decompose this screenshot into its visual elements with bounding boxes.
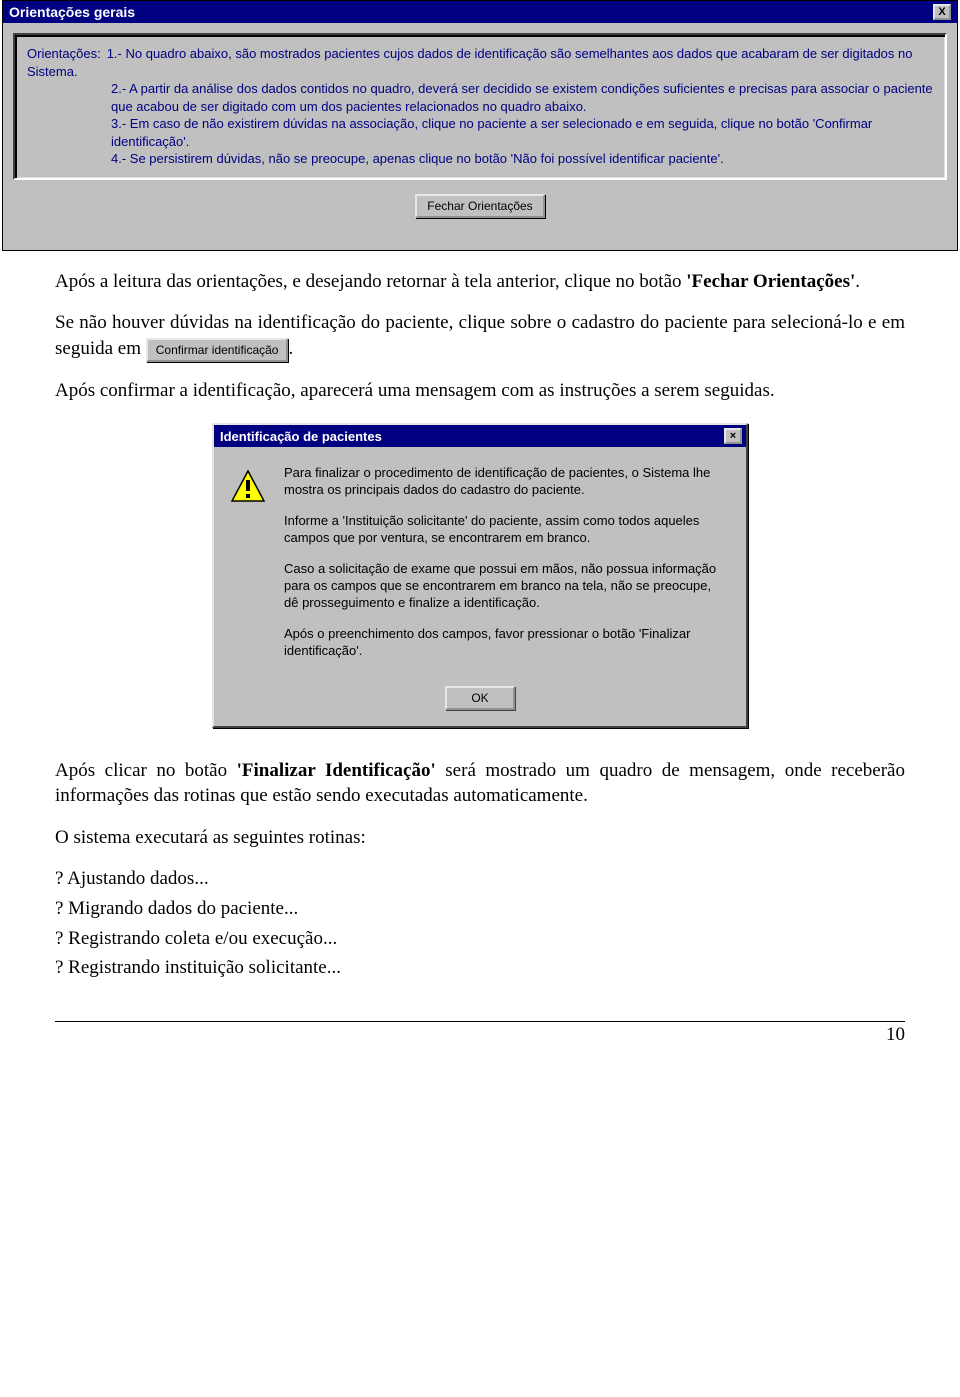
identificacao-title: Identificação de pacientes	[220, 429, 382, 444]
close-icon[interactable]: ×	[724, 428, 742, 444]
orientacoes-window: Orientações gerais X Orientações: 1.- No…	[2, 0, 958, 251]
orientacoes-item-3: 3.- Em caso de não existirem dúvidas na …	[111, 115, 933, 150]
identificacao-p1: Para finalizar o procedimento de identif…	[284, 465, 728, 499]
doc-para-4: Após clicar no botão 'Finalizar Identifi…	[55, 758, 905, 809]
warning-icon	[230, 469, 270, 673]
doc-para-1: Após a leitura das orientações, e deseja…	[55, 269, 905, 295]
identificacao-p2: Informe a 'Instituição solicitante' do p…	[284, 513, 728, 547]
orientacoes-item-4: 4.- Se persistirem dúvidas, não se preoc…	[111, 150, 933, 168]
orientacoes-label: Orientações:	[27, 45, 101, 63]
doc-routine-4: ? Registrando instituição solicitante...	[55, 955, 905, 981]
orientacoes-button-row: Fechar Orientações	[13, 180, 947, 240]
doc-routine-1: ? Ajustando dados...	[55, 866, 905, 892]
identificacao-p3: Caso a solicitação de exame que possui e…	[284, 561, 728, 612]
doc-routine-3: ? Registrando coleta e/ou execução...	[55, 926, 905, 952]
identificacao-titlebar: Identificação de pacientes ×	[214, 425, 746, 447]
doc-para-2: Se não houver dúvidas na identificação d…	[55, 310, 905, 361]
orientacoes-body: Orientações: 1.- No quadro abaixo, são m…	[3, 23, 957, 250]
doc-routine-2: ? Migrando dados do paciente...	[55, 896, 905, 922]
fechar-orientacoes-button[interactable]: Fechar Orientações	[415, 194, 544, 218]
doc-para-5: O sistema executará as seguintes rotinas…	[55, 825, 905, 851]
orientacoes-title: Orientações gerais	[9, 4, 135, 20]
close-icon[interactable]: X	[933, 4, 951, 20]
document-body-2: Após clicar no botão 'Finalizar Identifi…	[55, 758, 905, 981]
doc-para-3: Após confirmar a identificação, aparecer…	[55, 378, 905, 404]
identificacao-text: Para finalizar o procedimento de identif…	[284, 465, 728, 673]
page-number: 10	[55, 1021, 905, 1046]
orientacoes-item-2: 2.- A partir da análise dos dados contid…	[111, 80, 933, 115]
orientacoes-item-1: 1.- No quadro abaixo, são mostrados paci…	[27, 46, 913, 79]
identificacao-p4: Após o preenchimento dos campos, favor p…	[284, 626, 728, 660]
ok-button[interactable]: OK	[445, 686, 514, 710]
document-body: Após a leitura das orientações, e deseja…	[55, 269, 905, 404]
identificacao-dialog: Identificação de pacientes × Para finali…	[212, 423, 748, 727]
identificacao-footer: OK	[214, 682, 746, 726]
confirmar-identificacao-button[interactable]: Confirmar identificação	[146, 338, 289, 362]
orientacoes-titlebar: Orientações gerais X	[3, 1, 957, 23]
orientacoes-panel: Orientações: 1.- No quadro abaixo, são m…	[13, 33, 947, 180]
